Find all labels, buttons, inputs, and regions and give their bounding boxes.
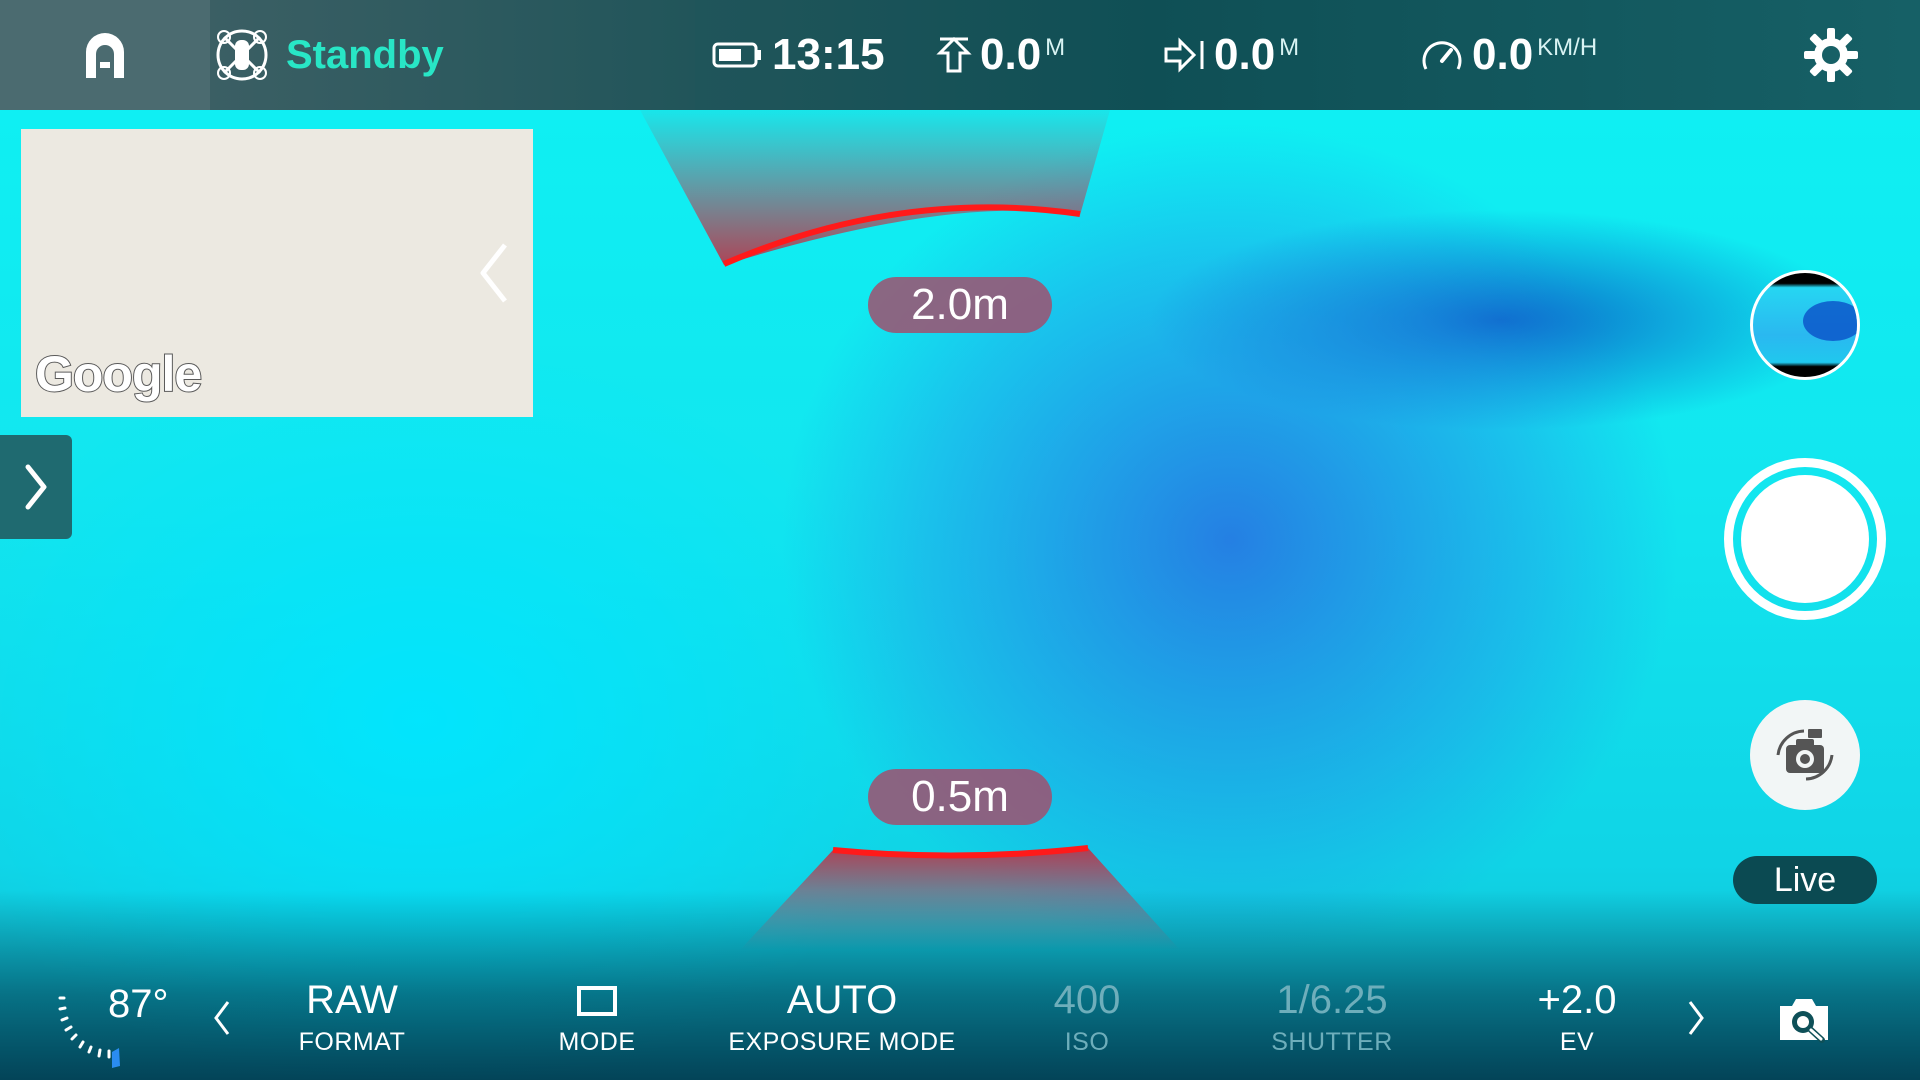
shutter-param[interactable]: 1/6.25 SHUTTER: [1212, 976, 1452, 1057]
exposure-mode-value: AUTO: [786, 978, 898, 1022]
distance-icon: [1164, 37, 1204, 73]
speed-unit: KM/H: [1537, 34, 1598, 61]
format-param[interactable]: RAW FORMAT: [232, 976, 472, 1057]
shutter-button[interactable]: [1724, 458, 1886, 620]
chevron-right-icon: [25, 464, 47, 510]
battery-time-value: 13:15: [772, 30, 885, 79]
exposure-mode-param[interactable]: AUTO EXPOSURE MODE: [722, 976, 962, 1057]
drone-status-icon: [216, 29, 268, 81]
ev-label: EV: [1559, 1028, 1595, 1056]
front-distance-label: 2.0m: [868, 277, 1052, 333]
format-value: RAW: [306, 978, 398, 1022]
media-preview-thumbnail[interactable]: [1750, 270, 1860, 380]
ev-param[interactable]: +2.0 EV: [1457, 976, 1697, 1057]
speed-readout: 0.0 KM/H: [1420, 0, 1597, 110]
iso-param[interactable]: 400 ISO: [967, 976, 1207, 1057]
speedometer-icon: [1422, 41, 1462, 70]
camera-settings-icon[interactable]: [1776, 994, 1832, 1044]
format-label: FORMAT: [298, 1028, 406, 1056]
side-panel-expand-button[interactable]: [0, 435, 72, 539]
shutter-button-inner: [1741, 475, 1869, 603]
google-logo: Google: [34, 345, 203, 403]
chevron-left-icon[interactable]: [212, 998, 232, 1038]
mode-param[interactable]: MODE: [477, 976, 717, 1057]
collapse-map-icon[interactable]: [475, 241, 511, 305]
chevron-right-icon[interactable]: [1686, 998, 1706, 1038]
altitude-value: 0.0: [980, 30, 1042, 79]
live-button[interactable]: Live: [1733, 856, 1877, 904]
battery-icon: [712, 42, 761, 68]
shutter-value: 1/6.25: [1276, 978, 1388, 1022]
status-label: Standby: [286, 32, 444, 77]
distance-readout: 0.0 M: [1162, 0, 1299, 110]
altitude-unit: M: [1045, 34, 1066, 61]
home-button[interactable]: [0, 0, 210, 110]
altitude-icon: [936, 36, 972, 73]
home-arch-icon: [86, 33, 124, 78]
iso-label: ISO: [1064, 1028, 1110, 1056]
top-status-bar: Standby 13:15 0.0 M 0.0 M 0.0 KM/H: [0, 0, 1920, 110]
minimap[interactable]: Google: [21, 129, 533, 417]
camera-settings-bar: 87° RAW FORMAT MODE AUTO EXPOSURE MODE 4…: [0, 960, 1920, 1080]
mode-label: MODE: [558, 1028, 636, 1056]
rear-distance-label: 0.5m: [868, 769, 1052, 825]
camera-switch-button[interactable]: [1750, 700, 1860, 810]
camera-switch-icon: [1776, 729, 1834, 781]
flight-status[interactable]: Standby: [210, 0, 695, 110]
exposure-mode-label: EXPOSURE MODE: [728, 1028, 956, 1056]
battery-time: 13:15: [712, 0, 885, 110]
distance-value: 0.0: [1214, 30, 1276, 79]
gimbal-pitch-value: 87°: [108, 982, 169, 1026]
shutter-label: SHUTTER: [1271, 1028, 1393, 1056]
iso-value: 400: [1053, 978, 1121, 1022]
single-shot-mode-icon: [577, 986, 617, 1016]
distance-unit: M: [1279, 34, 1300, 61]
speed-value: 0.0: [1472, 30, 1534, 79]
gear-icon[interactable]: [1802, 26, 1860, 84]
altitude-readout: 0.0 M: [936, 0, 1065, 110]
ev-value: +2.0: [1537, 978, 1617, 1022]
